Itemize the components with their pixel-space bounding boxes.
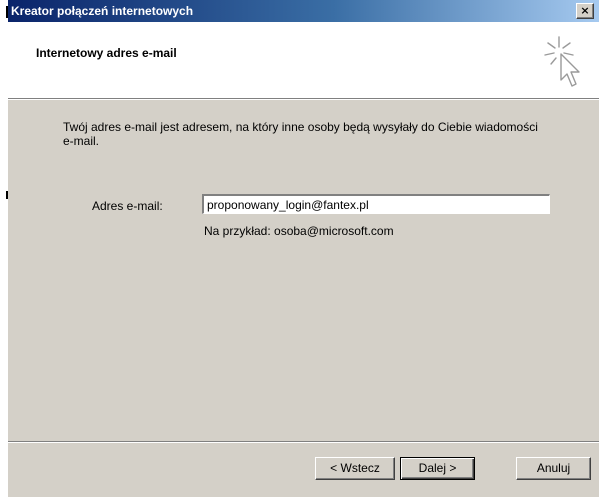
cancel-button[interactable]: Anuluj (516, 457, 591, 480)
wizard-cursor-sparkle-icon (544, 36, 580, 87)
close-icon: × (580, 4, 590, 17)
email-field[interactable] (202, 194, 550, 214)
close-button[interactable]: × (576, 3, 594, 19)
next-button[interactable]: Dalej > (400, 457, 475, 480)
wizard-window: Kreator połączeń internetowych × Interne… (8, 0, 599, 497)
email-label: Adres e-mail: (92, 199, 163, 213)
page-title: Internetowy adres e-mail (36, 46, 177, 60)
header-divider (8, 98, 599, 100)
title-bar[interactable]: Kreator połączeń internetowych × (8, 0, 599, 22)
window-title: Kreator połączeń internetowych (11, 4, 194, 18)
description-text: Twój adres e-mail jest adresem, na który… (63, 120, 538, 148)
footer-divider (8, 441, 599, 443)
wizard-header: Internetowy adres e-mail (8, 22, 599, 98)
example-hint: Na przykład: osoba@microsoft.com (204, 224, 394, 238)
back-button[interactable]: < Wstecz (315, 457, 395, 480)
